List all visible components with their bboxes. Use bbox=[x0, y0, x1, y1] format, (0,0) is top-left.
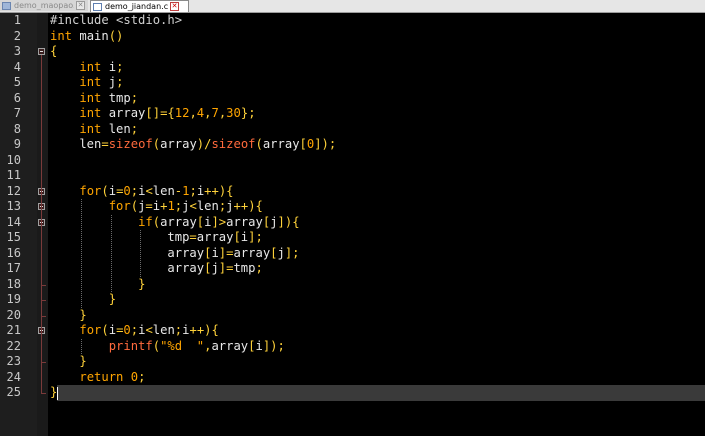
code-line: 19 } bbox=[0, 292, 705, 308]
line-number: 6 bbox=[13, 90, 21, 105]
tab-demo-jiandan[interactable]: demo_jiandan.c ✕ bbox=[90, 0, 189, 12]
code-line: 10 bbox=[0, 153, 705, 169]
indent-guide bbox=[140, 230, 142, 277]
code-text[interactable]: len=sizeof(array)/sizeof(array[0]); bbox=[50, 137, 336, 153]
code-line: 14 if(array[i]>array[j]){ bbox=[0, 215, 705, 231]
code-line: 5 int j; bbox=[0, 75, 705, 91]
line-number: 1 bbox=[13, 13, 21, 27]
tab-label: demo_maopao.c bbox=[14, 1, 74, 10]
file-icon bbox=[93, 2, 102, 11]
line-number: 3 bbox=[13, 44, 21, 58]
code-text[interactable]: if(array[i]>array[j]){ bbox=[50, 215, 299, 231]
code-line: 23 } bbox=[0, 354, 705, 370]
indent-guide bbox=[81, 199, 83, 308]
code-text[interactable]: return 0; bbox=[50, 370, 145, 386]
code-line: 4 int i; bbox=[0, 60, 705, 76]
close-icon[interactable]: ✕ bbox=[76, 1, 85, 10]
fold-end-marker bbox=[41, 300, 46, 301]
code-line: 2 int main() bbox=[0, 29, 705, 45]
tab-bar: demo_maopao.c ✕ demo_jiandan.c ✕ bbox=[0, 0, 705, 13]
code-line: 15 tmp=array[i]; bbox=[0, 230, 705, 246]
code-line: 7 int array[]={12,4,7,30}; bbox=[0, 106, 705, 122]
line-number: 19 bbox=[6, 292, 21, 306]
code-text[interactable]: } bbox=[50, 277, 145, 293]
code-line: 21 for(i=0;i<len;i++){ bbox=[0, 323, 705, 339]
file-icon bbox=[2, 1, 11, 10]
line-number: 23 bbox=[6, 354, 21, 368]
code-line: 13 for(j=i+1;j<len;j++){ bbox=[0, 199, 705, 215]
code-line: 24 return 0; bbox=[0, 370, 705, 386]
code-text[interactable]: int tmp; bbox=[50, 91, 138, 107]
fold-range-line bbox=[41, 55, 42, 393]
fold-end-marker bbox=[41, 362, 46, 363]
line-number: 8 bbox=[13, 121, 21, 136]
code-line: 3{ bbox=[0, 44, 705, 60]
line-number: 20 bbox=[6, 307, 21, 322]
code-text[interactable]: #include <stdio.h> bbox=[50, 13, 182, 29]
line-number: 10 bbox=[6, 152, 21, 167]
line-number: 17 bbox=[6, 261, 21, 275]
code-line: 22 printf("%d ",array[i]); bbox=[0, 339, 705, 355]
line-number: 13 bbox=[6, 199, 21, 213]
code-text[interactable]: int i; bbox=[50, 60, 123, 76]
code-line: 6 int tmp; bbox=[0, 91, 705, 107]
code-text[interactable]: printf("%d ",array[i]); bbox=[50, 339, 285, 355]
code-line: 9 len=sizeof(array)/sizeof(array[0]); bbox=[0, 137, 705, 153]
code-text[interactable]: int main() bbox=[50, 29, 123, 45]
code-line: 16 array[i]=array[j]; bbox=[0, 246, 705, 262]
line-number: 7 bbox=[13, 106, 21, 120]
fold-collapse-icon[interactable] bbox=[38, 48, 45, 55]
indent-guide bbox=[81, 338, 83, 354]
code-line: 17 array[j]=tmp; bbox=[0, 261, 705, 277]
line-number: 5 bbox=[13, 75, 21, 89]
code-text[interactable]: array[i]=array[j]; bbox=[50, 246, 299, 262]
line-number: 21 bbox=[6, 323, 21, 337]
fold-end-marker bbox=[41, 315, 46, 317]
text-cursor bbox=[57, 386, 59, 400]
line-number: 4 bbox=[13, 59, 21, 74]
tab-demo-maopao[interactable]: demo_maopao.c ✕ bbox=[0, 0, 88, 11]
code-line: 20 } bbox=[0, 308, 705, 324]
fold-end-marker bbox=[41, 393, 46, 394]
line-number: 22 bbox=[6, 338, 21, 353]
line-number: 12 bbox=[6, 183, 21, 198]
fold-end-marker bbox=[41, 284, 46, 286]
line-number: 16 bbox=[6, 245, 21, 260]
code-line: 18 } bbox=[0, 277, 705, 293]
code-text[interactable]: } bbox=[50, 292, 116, 308]
close-icon[interactable]: ✕ bbox=[170, 2, 180, 11]
line-number: 25 bbox=[6, 385, 21, 399]
code-line: 25} bbox=[0, 385, 705, 401]
line-number: 14 bbox=[6, 214, 21, 229]
code-text[interactable]: { bbox=[50, 44, 57, 60]
indent-guide bbox=[110, 214, 112, 292]
line-number: 9 bbox=[13, 137, 21, 151]
code-text[interactable]: } bbox=[50, 308, 86, 324]
code-line: 8 int len; bbox=[0, 122, 705, 138]
code-text[interactable]: for(i=0;i<len;i++){ bbox=[50, 323, 218, 339]
line-number: 24 bbox=[6, 369, 21, 384]
code-line: 11 bbox=[0, 168, 705, 184]
code-text[interactable]: for(i=0;i<len-1;i++){ bbox=[50, 184, 233, 200]
code-line: 12 for(i=0;i<len-1;i++){ bbox=[0, 184, 705, 200]
code-text[interactable]: int array[]={12,4,7,30}; bbox=[50, 106, 255, 122]
line-number: 15 bbox=[6, 230, 21, 244]
code-text[interactable]: int j; bbox=[50, 75, 123, 91]
code-text[interactable]: } bbox=[50, 354, 86, 370]
code-line: 1 #include <stdio.h> bbox=[0, 13, 705, 29]
code-text[interactable]: } bbox=[50, 385, 57, 401]
line-number: 2 bbox=[13, 28, 21, 43]
tab-label: demo_jiandan.c bbox=[105, 2, 169, 11]
line-number: 11 bbox=[6, 168, 21, 182]
code-text[interactable]: int len; bbox=[50, 122, 138, 138]
line-number: 18 bbox=[6, 276, 21, 291]
